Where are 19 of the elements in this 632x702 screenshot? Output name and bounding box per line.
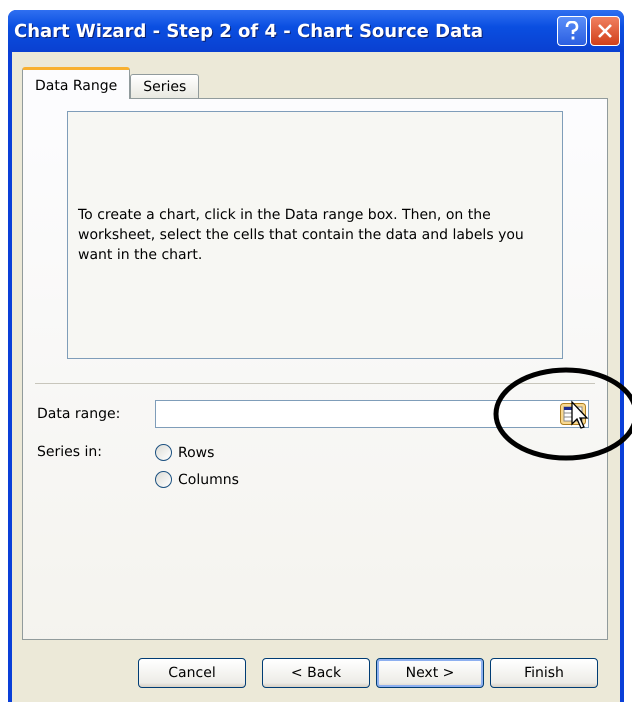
window-title: Chart Wizard - Step 2 of 4 - Chart Source Data <box>14 20 484 42</box>
dialog-button[interactable]: Next > <box>376 658 484 688</box>
question-mark-icon <box>564 21 580 41</box>
radio-button[interactable] <box>155 444 172 461</box>
close-icon <box>597 23 613 39</box>
field-label: Series in: <box>37 444 103 460</box>
help-button[interactable] <box>557 16 587 46</box>
data-range-field[interactable] <box>155 400 589 428</box>
tab[interactable]: Series <box>130 74 200 98</box>
field-label: Data range: <box>37 406 122 422</box>
instruction-text: To create a chart, click in the Data range box. Then, on the worksheet, select the cells that contain the data and labels you want in the chart. <box>78 206 525 265</box>
radio-option[interactable]: Columns <box>155 471 239 488</box>
dialog-button[interactable]: < Back <box>262 658 370 688</box>
dialog-button[interactable]: Cancel <box>138 658 246 688</box>
radio-option[interactable]: Rows <box>155 444 239 461</box>
tab[interactable]: Data Range <box>22 67 130 99</box>
dialog-button[interactable]: Finish <box>490 658 598 688</box>
radio-button[interactable] <box>155 471 172 488</box>
close-button[interactable] <box>590 16 620 46</box>
